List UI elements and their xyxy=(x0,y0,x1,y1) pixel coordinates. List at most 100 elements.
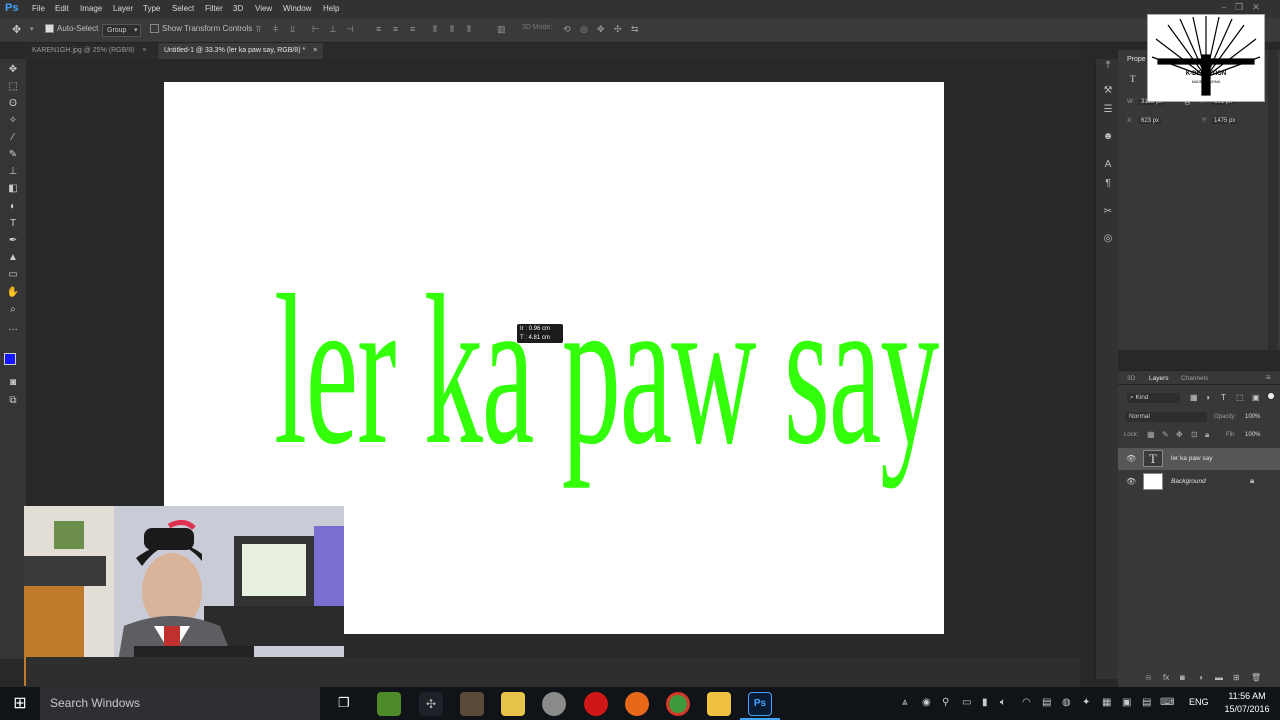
quick-mask-icon[interactable]: ◙ xyxy=(5,376,21,390)
dodge-tool-icon[interactable]: ◐ xyxy=(5,200,21,214)
tray-power-icon[interactable]: ▮ xyxy=(982,697,988,708)
filter-toggle-icon[interactable] xyxy=(1268,393,1274,399)
tray-app-icon[interactable]: ◉ xyxy=(922,697,931,708)
filter-smart-icon[interactable]: ▣ xyxy=(1252,393,1260,402)
close-icon[interactable]: ✕ xyxy=(1250,2,1262,14)
brush-tool-icon[interactable]: ✎ xyxy=(5,148,21,162)
zoom-tool-icon[interactable]: ⌕ xyxy=(5,303,21,317)
new-layer-icon[interactable]: ⊞ xyxy=(1233,673,1240,682)
align-right-icon[interactable]: ⊣ xyxy=(346,25,356,34)
x-field[interactable]: 623 px xyxy=(1139,118,1162,124)
align-left-icon[interactable]: ⊢ xyxy=(312,25,322,34)
menu-view[interactable]: View xyxy=(255,4,272,13)
rectangle-tool-icon[interactable]: ▭ xyxy=(5,268,21,282)
screen-mode-icon[interactable]: ⧉ xyxy=(5,394,21,408)
tray-battery-icon[interactable]: ▭ xyxy=(962,697,971,708)
link-layers-icon[interactable]: ⊖ xyxy=(1145,673,1152,682)
opera-icon[interactable] xyxy=(584,692,608,716)
canvas-text-layer[interactable]: ler ka paw say xyxy=(274,262,939,477)
distribute-vcenter-icon[interactable]: ≡ xyxy=(393,25,403,34)
taskbar-search[interactable]: Search Windows xyxy=(40,687,320,720)
add-mask-icon[interactable]: ◙ xyxy=(1180,673,1185,682)
firefox-icon[interactable] xyxy=(625,692,649,716)
tab-3d[interactable]: 3D xyxy=(1127,375,1135,382)
brush-panel-icon[interactable]: ⚒ xyxy=(1101,84,1115,98)
3d-rotate-icon[interactable]: ⟲ xyxy=(563,25,573,34)
3d-drag-icon[interactable]: ✥ xyxy=(597,25,607,34)
3d-scale-icon[interactable]: ⇆ xyxy=(631,25,641,34)
folder-chat-icon[interactable] xyxy=(501,692,525,716)
windows-start-icon[interactable]: ⊞ xyxy=(0,687,40,720)
eyedropper-tool-icon[interactable]: ⁄ xyxy=(5,131,21,145)
properties-scrollbar[interactable] xyxy=(1268,50,1278,350)
magic-wand-tool-icon[interactable]: ✧ xyxy=(5,114,21,128)
chrome-icon[interactable] xyxy=(666,692,690,716)
align-top-icon[interactable]: ⫪ xyxy=(256,25,266,34)
tray-dropbox-icon[interactable]: ✦ xyxy=(1082,697,1090,708)
stamp-tool-icon[interactable]: ⊥ xyxy=(5,165,21,179)
filter-shape-icon[interactable]: ⬚ xyxy=(1236,393,1244,402)
3d-slide-icon[interactable]: ✣ xyxy=(614,25,624,34)
tab-channels[interactable]: Channels xyxy=(1181,375,1208,382)
keyboard-icon[interactable]: ⌨ xyxy=(1160,697,1174,708)
history-panel-icon[interactable]: ⤒ xyxy=(1101,59,1115,73)
distribute-bottom-icon[interactable]: ≡ xyxy=(410,25,420,34)
tray-record-icon[interactable]: ◍ xyxy=(1062,697,1071,708)
menu-help[interactable]: Help xyxy=(323,4,339,13)
libraries-panel-icon[interactable]: ◎ xyxy=(1101,232,1115,246)
eraser-tool-icon[interactable]: ◧ xyxy=(5,182,21,196)
doc-tab-untitled[interactable]: Untitled-1 @ 33.3% (ler ka paw say, RGB/… xyxy=(158,43,324,59)
character-panel-icon[interactable]: A xyxy=(1101,158,1115,172)
task-view-icon[interactable]: ❐ xyxy=(338,695,350,711)
lock-image-icon[interactable]: ✎ xyxy=(1162,430,1169,439)
align-vcenter-icon[interactable]: ⫩ xyxy=(273,25,283,34)
visibility-eye-icon[interactable]: 👁︎ xyxy=(1126,477,1136,486)
tray-message-icon[interactable]: ▤ xyxy=(1142,697,1151,708)
distribute-right-icon[interactable]: ⦀ xyxy=(467,25,477,34)
tray-usb-icon[interactable]: ⚲ xyxy=(942,697,949,708)
auto-align-icon[interactable]: ▥ xyxy=(497,25,507,34)
more-tools-icon[interactable]: … xyxy=(5,321,21,335)
menu-select[interactable]: Select xyxy=(172,4,194,13)
menu-filter[interactable]: Filter xyxy=(205,4,223,13)
layer-fx-icon[interactable]: fx xyxy=(1163,673,1169,682)
layer-row-text[interactable]: 👁︎ T ler ka paw say xyxy=(1118,448,1280,470)
menu-edit[interactable]: Edit xyxy=(55,4,69,13)
menu-type[interactable]: Type xyxy=(143,4,160,13)
menu-window[interactable]: Window xyxy=(283,4,311,13)
move-tool-icon[interactable]: ✥ xyxy=(5,63,21,77)
pinwheel-app-icon[interactable]: ✣ xyxy=(419,692,443,716)
visibility-eye-icon[interactable]: 👁︎ xyxy=(1126,454,1136,463)
filter-adjust-icon[interactable]: ◑ xyxy=(1205,393,1210,402)
tray-green-icon[interactable]: ▣ xyxy=(1122,697,1131,708)
layer-row-background[interactable]: 👁︎ Background 🔒︎ xyxy=(1118,471,1280,493)
menu-3d[interactable]: 3D xyxy=(233,4,243,13)
language-indicator[interactable]: ENG xyxy=(1189,697,1209,707)
distribute-left-icon[interactable]: ⦀ xyxy=(433,25,443,34)
auto-select-target-dropdown[interactable]: Group xyxy=(102,24,142,37)
book-app-icon[interactable] xyxy=(460,692,484,716)
menu-image[interactable]: Image xyxy=(80,4,102,13)
blend-mode-dropdown[interactable]: Normal xyxy=(1126,412,1207,422)
align-hcenter-icon[interactable]: ⊥ xyxy=(329,25,339,34)
tab-close-icon[interactable]: × xyxy=(142,47,146,54)
hand-tool-icon[interactable]: ✋ xyxy=(5,286,21,300)
doc-tab-karen[interactable]: KAREN1GH.jpg @ 25% (RGB/8) × xyxy=(26,43,152,59)
menu-file[interactable]: File xyxy=(32,4,45,13)
tray-chevron-icon[interactable]: ⩓ xyxy=(902,697,908,708)
new-group-icon[interactable]: ▬ xyxy=(1215,673,1223,682)
volume-icon[interactable]: 🔈︎ xyxy=(1000,697,1006,708)
marquee-tool-icon[interactable]: ⬚ xyxy=(5,80,21,94)
tray-device-icon[interactable]: ▤ xyxy=(1042,697,1051,708)
globe-app-icon[interactable] xyxy=(542,692,566,716)
tree-app-icon[interactable] xyxy=(377,692,401,716)
filter-type-icon[interactable]: T xyxy=(1221,393,1226,402)
styles-panel-icon[interactable]: ☻ xyxy=(1101,130,1115,144)
distribute-top-icon[interactable]: ≡ xyxy=(376,25,386,34)
file-explorer-icon[interactable] xyxy=(707,692,731,716)
distribute-hcenter-icon[interactable]: ⦀ xyxy=(450,25,460,34)
opacity-field[interactable]: 100% xyxy=(1245,414,1260,420)
new-adjustment-icon[interactable]: ◑ xyxy=(1198,673,1203,682)
minimize-icon[interactable]: – xyxy=(1218,2,1230,14)
path-select-tool-icon[interactable]: ▲ xyxy=(5,251,21,265)
